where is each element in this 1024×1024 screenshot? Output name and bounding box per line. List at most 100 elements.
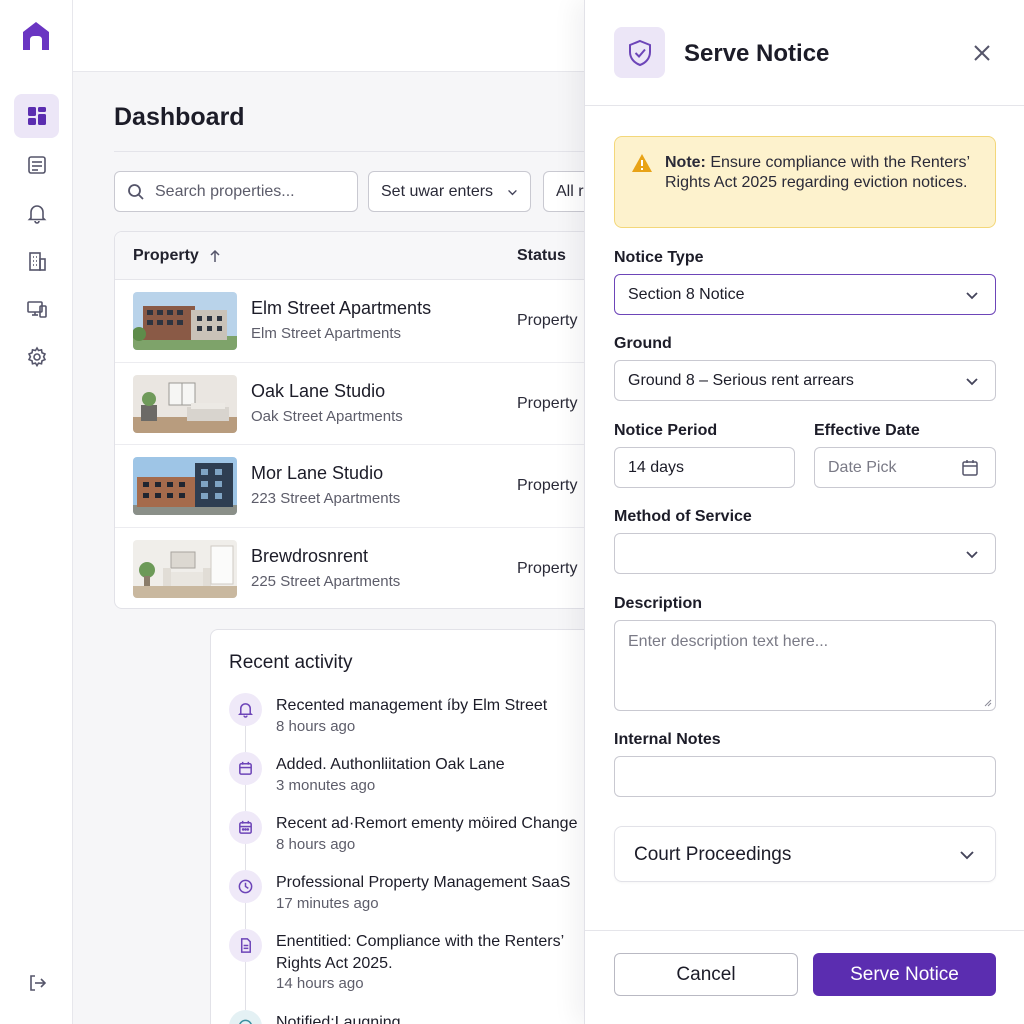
calendar-icon[interactable]	[961, 459, 979, 477]
effective-date-label: Effective Date	[814, 422, 920, 439]
property-status: Property	[517, 477, 578, 494]
property-name: Oak Lane Studio	[251, 380, 386, 401]
property-thumbnail	[133, 374, 237, 433]
effective-date-placeholder: Date Pick	[828, 458, 897, 476]
activity-text: Added. Authonliitation Oak Lane	[276, 756, 505, 773]
document-list-icon	[27, 156, 46, 174]
document-icon	[229, 929, 262, 962]
activity-text: Recent ad·Remort ementy möired Change	[276, 815, 578, 832]
internal-notes-input[interactable]	[614, 756, 996, 797]
recent-activity-card: Recent activity Recented management íby …	[210, 629, 610, 1024]
page-title: Dashboard	[114, 103, 245, 131]
notice-type-label: Notice Type	[614, 249, 704, 266]
description-placeholder: Enter description text here...	[628, 633, 829, 650]
panel-header: Serve Notice	[585, 0, 1024, 106]
nav-documents[interactable]	[14, 143, 59, 187]
property-thumbnail	[133, 457, 237, 515]
devices-icon	[26, 301, 47, 318]
app-logo-icon[interactable]	[18, 18, 54, 54]
activity-time: 8 hours ago	[276, 718, 356, 735]
property-name: Elm Street Apartments	[251, 298, 432, 318]
compliance-note: Note: Ensure compliance with the Renters…	[614, 136, 996, 228]
property-address: Oak Street Apartments	[251, 407, 403, 425]
ground-label: Ground	[614, 335, 672, 352]
notice-type-value: Section 8 Notice	[628, 285, 745, 303]
search-placeholder: Search properties...	[155, 182, 295, 200]
notice-type-select[interactable]: Section 8 Notice	[614, 274, 996, 315]
accordion-label: Court Proceedings	[634, 844, 792, 865]
bell-icon	[27, 205, 46, 224]
notice-period-input[interactable]: 14 days	[614, 447, 795, 488]
column-header-status[interactable]: Status	[517, 247, 566, 265]
note-label: Note:	[665, 154, 706, 171]
activity-text: Enentitied: Compliance with the Renters’	[276, 933, 565, 950]
chevron-down-icon	[960, 851, 974, 860]
table-row[interactable]: Brewdrosnrent 225 Street Apartments Prop…	[115, 528, 633, 609]
activity-time: 8 hours ago	[276, 836, 356, 853]
search-icon	[128, 183, 144, 200]
note-body: Ensure compliance with the Renters’ Righ…	[665, 154, 970, 191]
table-row[interactable]: Mor Lane Studio 223 Street Apartments Pr…	[115, 445, 633, 528]
activity-text: Notified:Laugning	[276, 1014, 401, 1024]
table-header: Property Status	[115, 232, 633, 280]
column-label: Property	[133, 247, 199, 264]
nav-notifications[interactable]	[14, 191, 59, 235]
description-label: Description	[614, 595, 703, 612]
activity-time: 17 minutes ago	[276, 895, 379, 912]
close-button[interactable]	[969, 40, 995, 66]
globe-icon	[229, 1010, 262, 1024]
gear-icon	[27, 346, 46, 368]
panel-footer: Cancel Serve Notice	[585, 930, 1024, 1024]
search-input[interactable]: Search properties...	[114, 171, 358, 212]
description-textarea[interactable]: Enter description text here...	[614, 620, 996, 711]
activity-time: 14 hours ago	[276, 975, 364, 992]
activity-text-line2: Rights Act 2025.	[276, 955, 393, 972]
sidebar	[0, 0, 73, 1024]
activity-text: Recented management íby Elm Street	[276, 697, 548, 714]
table-row[interactable]: Oak Lane Studio Oak Street Apartments Pr…	[115, 363, 633, 445]
chevron-down-icon	[966, 550, 978, 558]
resize-handle-icon[interactable]	[984, 699, 992, 707]
property-table: Property Status Elm Street Apartments El…	[114, 231, 634, 609]
cancel-button[interactable]: Cancel	[614, 953, 798, 996]
property-status: Property	[517, 312, 578, 329]
ground-select[interactable]: Ground 8 – Serious rent arrears	[614, 360, 996, 401]
nav-dashboard[interactable]	[14, 94, 59, 138]
activity-time: 3 monutes ago	[276, 777, 376, 794]
note-text: Note: Ensure compliance with the Renters…	[665, 153, 985, 193]
nav-settings[interactable]	[14, 335, 59, 379]
sort-arrow-icon	[210, 249, 220, 262]
property-thumbnail	[133, 292, 237, 350]
filter-dropdown[interactable]: Set uwar enters	[368, 171, 531, 212]
property-name: Mor Lane Studio	[251, 463, 384, 483]
method-of-service-label: Method of Service	[614, 508, 752, 525]
clock-icon	[229, 870, 262, 903]
property-address: 223 Street Apartments	[251, 490, 401, 507]
court-proceedings-accordion[interactable]: Court Proceedings	[614, 826, 996, 882]
logout-icon	[29, 975, 46, 991]
effective-date-picker[interactable]: Date Pick	[814, 447, 996, 488]
method-of-service-select[interactable]	[614, 533, 996, 574]
notice-period-value: 14 days	[628, 458, 685, 476]
panel-title: Serve Notice	[684, 40, 830, 67]
filter-label: Set uwar enters	[381, 182, 494, 200]
calendar-icon	[229, 752, 262, 785]
column-header-property[interactable]: Property	[133, 247, 221, 265]
nav-devices[interactable]	[14, 287, 59, 331]
activity-title: Recent activity	[229, 652, 353, 673]
serve-notice-button[interactable]: Serve Notice	[813, 953, 996, 996]
internal-notes-label: Internal Notes	[614, 731, 721, 748]
warning-icon	[632, 154, 652, 172]
bell-icon	[229, 693, 262, 726]
property-address: 225 Street Apartments	[251, 572, 401, 590]
filter-label-2: All r	[556, 182, 584, 200]
serve-notice-panel: Serve Notice Note: Ensure compliance wit…	[584, 0, 1024, 1024]
property-status: Property	[517, 394, 578, 412]
logout-button[interactable]	[14, 961, 59, 1005]
property-address: Elm Street Apartments	[251, 325, 402, 342]
column-label: Status	[517, 247, 566, 264]
property-status: Property	[517, 559, 578, 577]
table-row[interactable]: Elm Street Apartments Elm Street Apartme…	[115, 280, 633, 363]
notice-period-label: Notice Period	[614, 422, 718, 439]
nav-properties[interactable]	[14, 239, 59, 283]
